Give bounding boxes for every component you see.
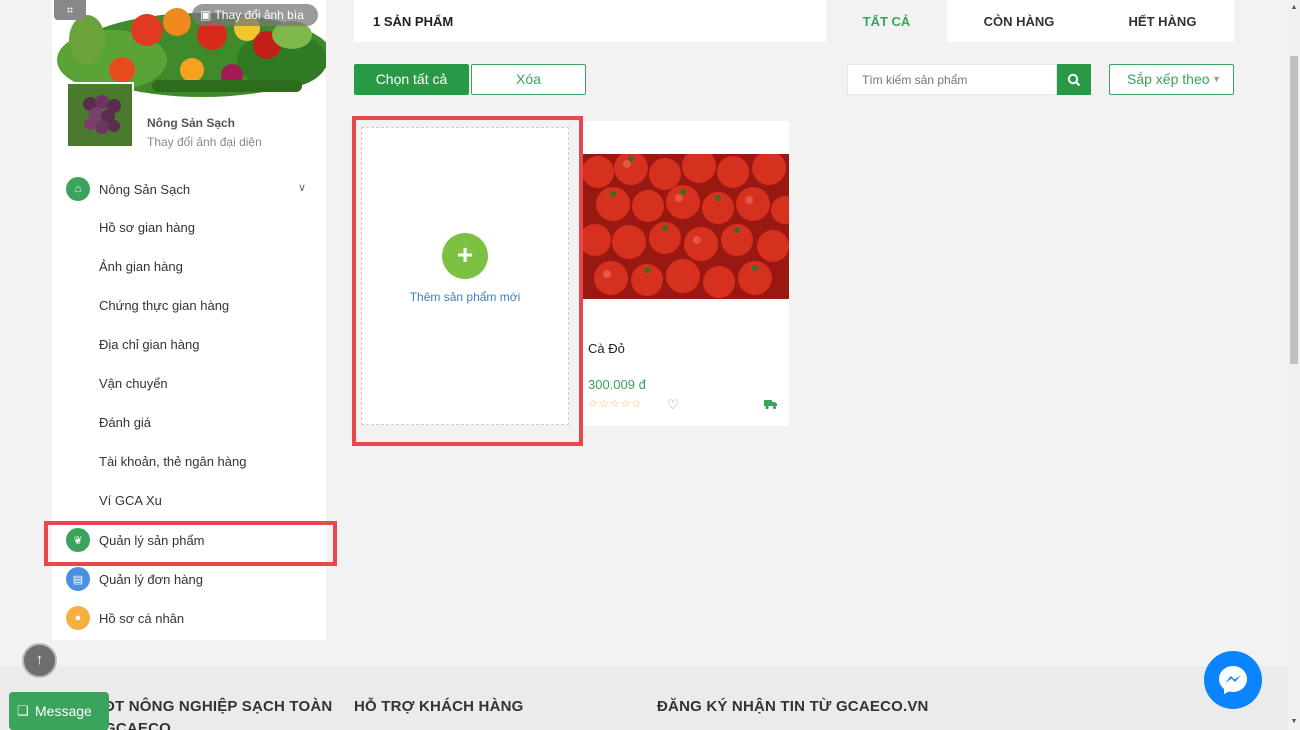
search-button[interactable] <box>1057 64 1091 95</box>
menu-item-shop-photos[interactable]: Ảnh gian hàng <box>99 259 183 274</box>
avatar[interactable] <box>66 82 134 148</box>
delete-button[interactable]: Xóa <box>471 64 586 95</box>
footer-heading-1: ĐT NÔNG NGHIỆP SẠCH TOÀN <box>104 698 333 715</box>
grapes-avatar-image <box>68 84 132 146</box>
menu-item-shop-profile[interactable]: Hồ sơ gian hàng <box>99 220 195 235</box>
tomatoes-image <box>583 154 789 299</box>
product-card[interactable]: Cà Đỏ 300.009 đ ☆☆☆☆☆ ♡ <box>583 121 789 426</box>
crop-icon[interactable]: ⌗ <box>54 0 86 20</box>
tab-in-stock[interactable]: CÒN HÀNG <box>947 0 1091 42</box>
message-button[interactable]: ❏ Message <box>9 692 109 730</box>
tab-all[interactable]: TẤT CẢ <box>826 0 947 42</box>
caret-down-icon: ▼ <box>1212 74 1221 84</box>
product-price: 300.009 đ <box>588 377 646 392</box>
menu-item-personal-profile[interactable]: ● Hồ sơ cá nhân <box>66 606 314 630</box>
camera-icon: ▣ <box>200 8 215 22</box>
menu-item-reviews[interactable]: Đánh giá <box>99 415 151 430</box>
menu-item-bank-account[interactable]: Tài khoản, thẻ ngân hàng <box>99 454 246 469</box>
heart-icon[interactable]: ♡ <box>667 397 679 413</box>
product-name[interactable]: Cà Đỏ <box>588 341 625 356</box>
scrollbar-thumb[interactable] <box>1290 56 1298 364</box>
messenger-button[interactable] <box>1204 651 1262 709</box>
footer-heading-1-line2: GCAECO <box>104 720 172 730</box>
search-input[interactable] <box>847 64 1057 95</box>
home-icon: ⌂ <box>66 177 90 201</box>
highlight-box-product-menu <box>44 521 337 566</box>
menu-item-shop-address[interactable]: Địa chỉ gian hàng <box>99 337 199 352</box>
document-icon: ▤ <box>66 567 90 591</box>
menu-group-label: Nông Sản Sạch <box>99 181 191 197</box>
chevron-down-icon: ∨ <box>297 182 306 194</box>
select-all-button[interactable]: Chọn tất cả <box>354 64 469 95</box>
menu-item-shop-verification[interactable]: Chứng thực gian hàng <box>99 298 229 313</box>
highlight-box-add-product <box>352 116 583 446</box>
menu-item-order-management[interactable]: ▤ Quản lý đơn hàng <box>66 567 314 591</box>
rating-stars: ☆☆☆☆☆ <box>588 398 643 410</box>
menu-item-shipping[interactable]: Vận chuyển <box>99 376 168 391</box>
product-count: 1 SẢN PHẨM <box>354 0 826 42</box>
arrow-up-icon: ↑ <box>35 651 44 668</box>
tab-out-of-stock[interactable]: HẾT HÀNG <box>1091 0 1234 42</box>
change-avatar-link[interactable]: Thay đổi ảnh đại diện <box>147 135 262 149</box>
messenger-icon <box>1219 666 1247 694</box>
scroll-up-arrow-icon[interactable]: ▲ <box>1288 2 1300 14</box>
footer-heading-newsletter: ĐĂNG KÝ NHẬN TIN TỪ GCAECO.VN <box>657 698 929 715</box>
change-cover-button[interactable]: ▣ Thay đổi ảnh bìa <box>192 4 318 26</box>
filter-tabs: TẤT CẢ CÒN HÀNG HẾT HÀNG <box>826 0 1234 42</box>
menu-item-gca-wallet[interactable]: Ví GCA Xu <box>99 493 162 508</box>
footer-heading-support: HỖ TRỢ KHÁCH HÀNG <box>354 698 524 715</box>
truck-icon <box>764 400 777 410</box>
sort-dropdown[interactable]: Sắp xếp theo ▼ <box>1109 64 1234 95</box>
search-icon <box>1067 73 1081 86</box>
scroll-to-top-button[interactable]: ↑ <box>22 643 57 678</box>
shop-name: Nông Sản Sạch <box>147 116 236 130</box>
product-image <box>583 154 789 299</box>
scroll-down-arrow-icon[interactable]: ▼ <box>1288 716 1300 728</box>
user-icon: ● <box>66 606 90 630</box>
chat-icon: ❏ <box>17 703 29 718</box>
menu-group-shop[interactable]: ⌂ Nông Sản Sạch ∨ <box>66 177 314 201</box>
